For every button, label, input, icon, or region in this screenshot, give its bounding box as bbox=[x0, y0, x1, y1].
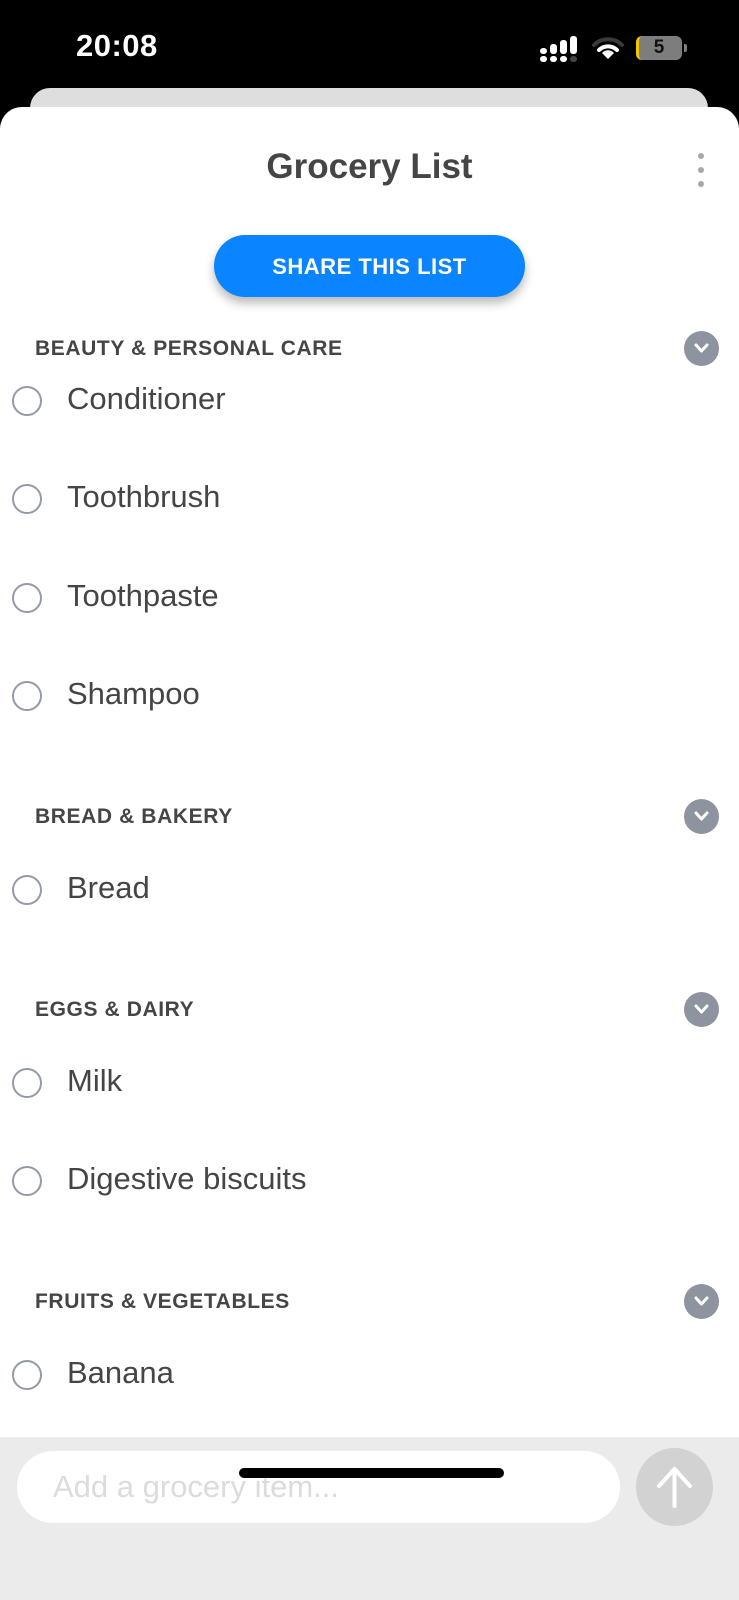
list-item[interactable]: Milk bbox=[0, 1055, 739, 1115]
item-label: Shampoo bbox=[67, 676, 200, 711]
list-item[interactable]: Banana bbox=[0, 1347, 739, 1407]
item-label: Toothpaste bbox=[67, 578, 219, 613]
section-title: BEAUTY & PERSONAL CARE bbox=[35, 337, 343, 360]
item-checkbox[interactable] bbox=[12, 1360, 42, 1390]
list-item[interactable]: Toothpaste bbox=[0, 570, 739, 630]
item-label: Milk bbox=[67, 1063, 123, 1098]
item-checkbox[interactable] bbox=[12, 1068, 42, 1098]
share-list-button[interactable]: SHARE THIS LIST bbox=[214, 235, 525, 297]
list-item[interactable]: Toothbrush bbox=[0, 471, 739, 531]
battery-level: 5 bbox=[653, 37, 665, 58]
more-options-icon[interactable] bbox=[690, 151, 712, 191]
arrow-up-icon bbox=[657, 1467, 692, 1508]
wifi-icon bbox=[592, 37, 624, 59]
item-label: Toothbrush bbox=[67, 479, 221, 514]
item-label: Banana bbox=[67, 1355, 174, 1390]
cellular-signal-icon bbox=[540, 36, 577, 62]
battery-icon: 5 bbox=[636, 36, 688, 60]
home-indicator bbox=[239, 1468, 504, 1478]
item-checkbox[interactable] bbox=[12, 386, 42, 416]
item-checkbox[interactable] bbox=[12, 681, 42, 711]
section-header-bread-bakery[interactable]: BREAD & BAKERY bbox=[0, 797, 739, 837]
item-checkbox[interactable] bbox=[12, 484, 42, 514]
chevron-down-icon[interactable] bbox=[684, 992, 719, 1027]
section-title: EGGS & DAIRY bbox=[35, 998, 195, 1021]
item-checkbox[interactable] bbox=[12, 875, 42, 905]
list-item[interactable]: Shampoo bbox=[0, 668, 739, 728]
chevron-down-icon[interactable] bbox=[684, 1284, 719, 1319]
section-header-fruits-vegetables[interactable]: FRUITS & VEGETABLES bbox=[0, 1282, 739, 1322]
item-checkbox[interactable] bbox=[12, 1166, 42, 1196]
add-item-input[interactable] bbox=[17, 1451, 620, 1523]
section-title: FRUITS & VEGETABLES bbox=[35, 1290, 290, 1313]
list-item[interactable]: Bread bbox=[0, 862, 739, 922]
page-title: Grocery List bbox=[266, 147, 473, 186]
section-header-eggs-dairy[interactable]: EGGS & DAIRY bbox=[0, 990, 739, 1030]
add-item-composer bbox=[0, 1437, 739, 1600]
grocery-list-sheet: Grocery List SHARE THIS LIST BEAUTY & PE… bbox=[0, 107, 739, 1600]
item-label: Bread bbox=[67, 870, 150, 905]
section-header-beauty-personal-care[interactable]: BEAUTY & PERSONAL CARE bbox=[0, 329, 739, 369]
chevron-down-icon[interactable] bbox=[684, 799, 719, 834]
item-label: Conditioner bbox=[67, 381, 226, 416]
send-button[interactable] bbox=[636, 1448, 713, 1526]
list-item[interactable]: Digestive biscuits bbox=[0, 1153, 739, 1213]
status-time: 20:08 bbox=[76, 28, 158, 63]
status-bar: 20:08 5 bbox=[0, 0, 739, 88]
chevron-down-icon[interactable] bbox=[684, 331, 719, 366]
section-title: BREAD & BAKERY bbox=[35, 805, 233, 828]
item-label: Digestive biscuits bbox=[67, 1161, 307, 1196]
item-checkbox[interactable] bbox=[12, 583, 42, 613]
list-item[interactable]: Conditioner bbox=[0, 373, 739, 433]
